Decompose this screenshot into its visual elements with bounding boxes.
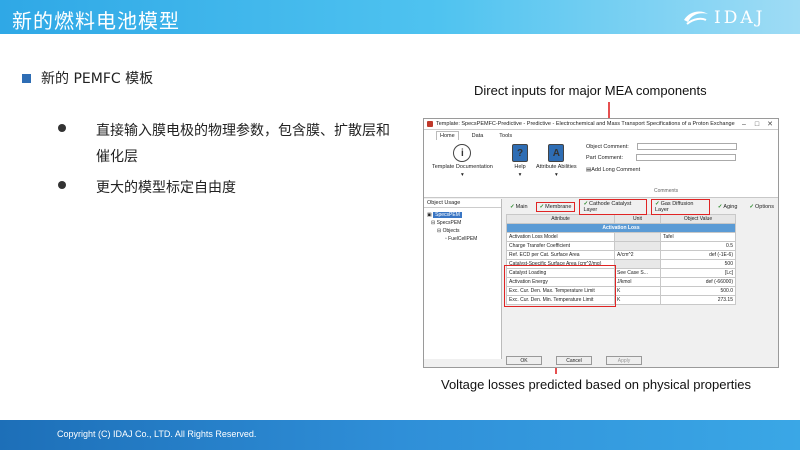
tab-gas-diffusion-layer[interactable]: ✓Gas Diffusion Layer [650,198,710,215]
add-long-comment-button[interactable]: ▤ Add Long Comment [586,167,640,173]
help-button[interactable]: ? Help ▾ [512,144,528,178]
ribbon-tabs: Home Data Tools [424,130,778,140]
add-long-comment-label: Add Long Comment [591,167,641,173]
tab-cathode-catalyst-layer[interactable]: ✓Cathode Catalyst Layer [579,198,647,215]
app-window: Template: SpecsPEMFC-Predictive - Predic… [423,118,779,368]
tab-tools[interactable]: Tools [496,132,515,140]
section-label: Activation Loss [506,223,736,233]
attr-cell: Activation Loss Model [506,232,615,242]
apply-button[interactable]: Apply [606,356,642,365]
attr-cell: Ref. ECD per Cat. Surface Area [506,250,615,260]
ok-button[interactable]: OK [506,356,542,365]
tab-main[interactable]: ✓Main [506,202,532,212]
object-usage-title: Object Usage [424,199,501,208]
attr-cell: Charge Transfer Coefficient [506,241,615,251]
part-comment-row: Part Comment: [586,154,736,161]
value-cell[interactable]: 500.0 [660,286,736,296]
attribute-abilities-label: Attribute Abilities [536,164,577,170]
attribute-abilities-button[interactable]: A Attribute Abilities ▾ [536,144,577,178]
unit-cell[interactable]: A/cm^2 [614,250,661,260]
col-header: Unit [614,214,661,224]
value-cell[interactable]: 0.5 [660,241,736,251]
window-title: Template: SpecsPEMFC-Predictive - Predic… [436,121,736,127]
object-comment-input[interactable] [636,143,737,150]
part-comment-input[interactable] [635,154,736,161]
highlight-box [504,265,616,307]
object-comment-row: Object Comment: [586,143,737,150]
dialog-buttons: OK Cancel Apply [506,356,642,365]
table-row[interactable]: Ref. ECD per Cat. Surface Area A/cm^2 de… [506,250,736,260]
object-tabs: ✓Main ✓Membrane ✓Cathode Catalyst Layer … [504,198,778,215]
section-row: Activation Loss [506,223,736,233]
footer-bar: Copyright (C) IDAJ Co., LTD. All Rights … [0,420,800,450]
ribbon: i Template Documentation ▾ ? Help ▾ A At… [424,140,778,198]
unit-cell[interactable]: K [614,295,661,305]
close-icon[interactable]: ✕ [765,120,775,128]
chevron-down-icon: ▾ [461,172,464,178]
attribute-icon: A [548,144,565,162]
tab-home[interactable]: Home [436,131,459,140]
value-cell[interactable]: 273.15 [660,295,736,305]
tree-item[interactable]: ▫ FuelCellPEM [427,235,498,243]
tab-aging[interactable]: ✓Aging [714,202,742,212]
col-header: Attribute [506,214,615,224]
chevron-down-icon: ▾ [554,172,558,178]
col-header: Object Value [660,214,736,224]
value-cell[interactable]: def (-66000) [660,277,736,287]
tab-membrane[interactable]: ✓Membrane [535,201,576,212]
tab-data[interactable]: Data [469,132,487,140]
unit-cell[interactable]: J/kmol [614,277,661,287]
table-row[interactable]: Charge Transfer Coefficient 0.5 [506,241,736,251]
part-comment-label: Part Comment: [586,154,623,161]
object-usage-pane: Object Usage ▣ SpecsPEM ⊟ SpecsPEM ⊟ Obj… [424,199,502,359]
template-documentation-label: Template Documentation [432,164,493,170]
comments-group-label: Comments [654,188,679,194]
table-row[interactable]: Activation Loss Model Tafel [506,232,736,242]
help-label: Help [514,164,526,170]
cancel-button[interactable]: Cancel [556,356,592,365]
object-comment-label: Object Comment: [586,143,629,150]
window-titlebar: Template: SpecsPEMFC-Predictive - Predic… [424,119,778,130]
value-cell[interactable]: 500 [660,259,736,269]
value-cell[interactable]: def (-1E-6) [660,250,736,260]
table-header-row: Attribute Unit Object Value [506,214,736,224]
info-icon: i [453,144,472,162]
copyright-text: Copyright (C) IDAJ Co., LTD. All Rights … [57,429,257,439]
template-documentation-button[interactable]: i Template Documentation ▾ [432,144,493,178]
unit-cell [614,232,661,242]
maximize-icon[interactable]: □ [752,121,762,128]
value-cell[interactable]: Tafel [660,232,736,242]
tree-item[interactable]: ⊟ SpecsPEM [427,219,498,227]
unit-cell[interactable]: K [614,286,661,296]
value-cell[interactable]: [Lc] [660,268,736,278]
app-icon [427,121,433,127]
tree-item[interactable]: ▣ SpecsPEM [427,211,498,219]
minimize-icon[interactable]: – [739,121,749,128]
unit-cell [614,259,661,269]
unit-cell [614,241,661,251]
unit-cell[interactable]: See Case S... [614,268,661,278]
tree-item[interactable]: ⊟ Objects [427,227,498,235]
help-icon: ? [512,144,528,162]
chevron-down-icon: ▾ [518,172,522,178]
tab-options[interactable]: ✓Options [745,202,778,212]
object-tree: ▣ SpecsPEM ⊟ SpecsPEM ⊟ Objects ▫ FuelCe… [424,208,501,246]
